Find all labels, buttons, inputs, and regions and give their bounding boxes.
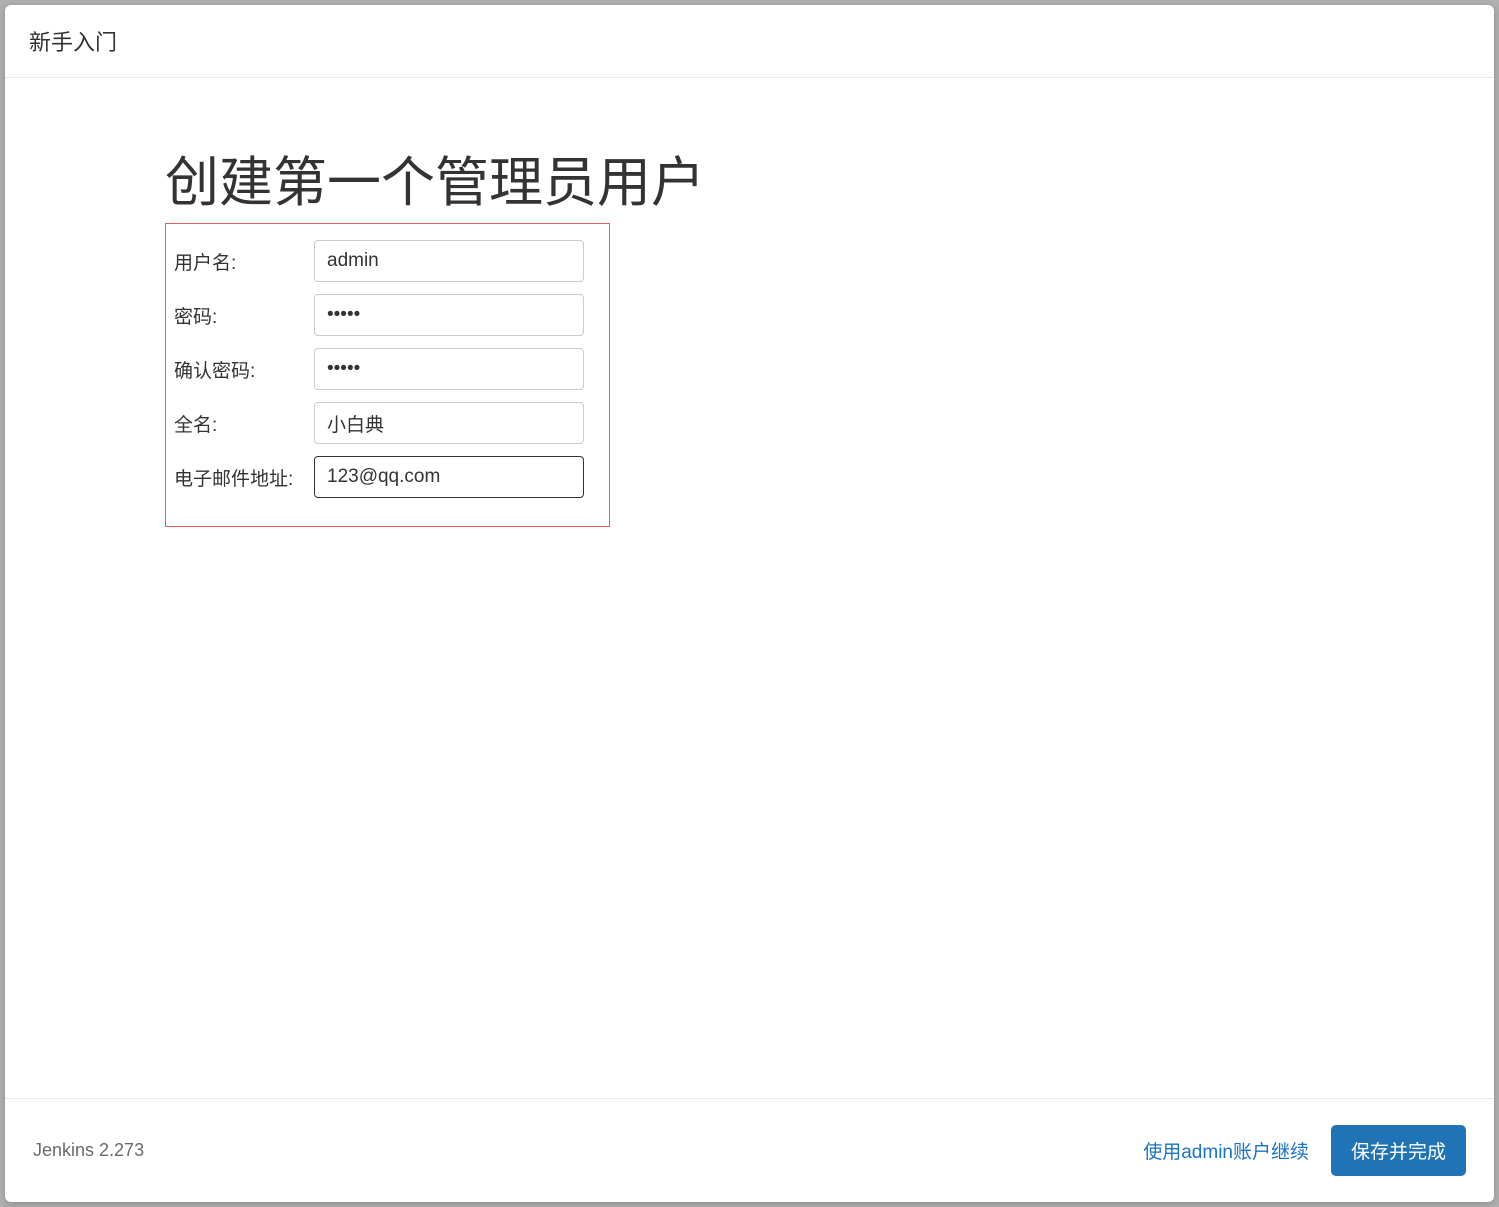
save-and-finish-button[interactable]: 保存并完成 (1331, 1125, 1466, 1176)
form-row-email: 电子邮件地址: (174, 456, 601, 498)
footer-actions: 使用admin账户继续 保存并完成 (1143, 1125, 1466, 1176)
form-row-username: 用户名: (174, 240, 601, 282)
email-input[interactable] (314, 456, 584, 498)
modal-footer: Jenkins 2.273 使用admin账户继续 保存并完成 (5, 1098, 1494, 1202)
modal-body: 创建第一个管理员用户 用户名: 密码: 确认密码: 全名: 电子邮件地址: (5, 78, 1494, 1098)
form-row-fullname: 全名: (174, 402, 601, 444)
email-label: 电子邮件地址: (174, 464, 314, 491)
password-input[interactable] (314, 294, 584, 336)
setup-wizard-modal: 新手入门 创建第一个管理员用户 用户名: 密码: 确认密码: 全名: 电子邮件 (5, 5, 1494, 1202)
version-label: Jenkins 2.273 (33, 1140, 144, 1161)
admin-user-form: 用户名: 密码: 确认密码: 全名: 电子邮件地址: (165, 223, 610, 527)
form-row-password: 密码: (174, 294, 601, 336)
fullname-label: 全名: (174, 410, 314, 437)
username-input[interactable] (314, 240, 584, 282)
confirm-password-label: 确认密码: (174, 356, 314, 383)
form-row-confirm-password: 确认密码: (174, 348, 601, 390)
modal-title: 新手入门 (29, 30, 117, 55)
confirm-password-input[interactable] (314, 348, 584, 390)
username-label: 用户名: (174, 248, 314, 275)
continue-as-admin-link[interactable]: 使用admin账户继续 (1143, 1137, 1309, 1164)
password-label: 密码: (174, 302, 314, 329)
fullname-input[interactable] (314, 402, 584, 444)
page-title: 创建第一个管理员用户 (165, 138, 1334, 217)
modal-header: 新手入门 (5, 5, 1494, 78)
